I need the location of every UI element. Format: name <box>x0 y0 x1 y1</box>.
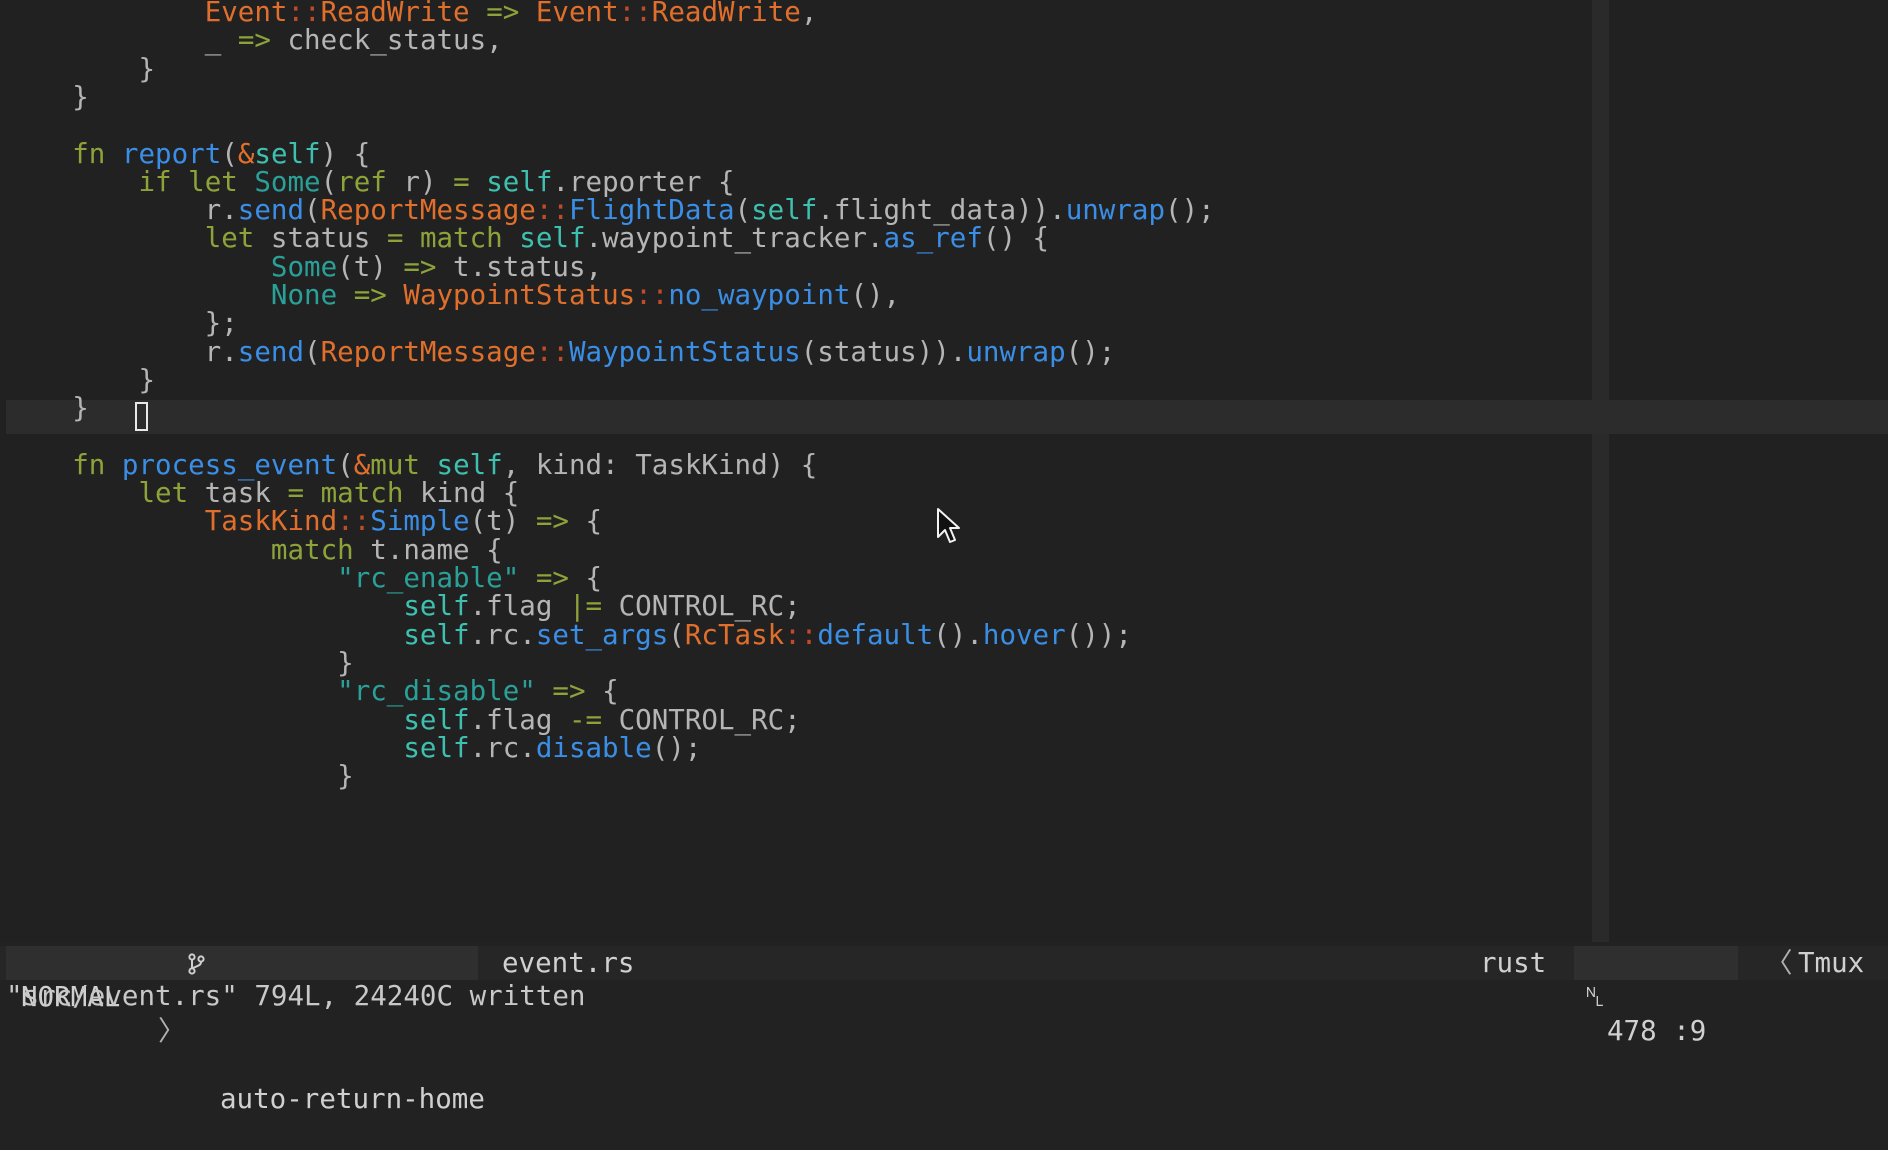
code-token: :: <box>635 279 669 311</box>
code-token: (), <box>850 279 901 311</box>
code-token: { <box>568 505 603 538</box>
code-token: self <box>403 618 470 651</box>
git-branch-icon <box>188 953 205 975</box>
git-branch-name: auto-return-home <box>220 1083 485 1115</box>
code-token: RcTask <box>684 618 785 651</box>
code-token: , kind: TaskKind) { <box>502 448 818 481</box>
code-token: => <box>237 24 271 57</box>
session-separator: 〈 <box>1765 947 1793 979</box>
cursor-position-segment: ␤ 478 :9 <box>1574 946 1738 1047</box>
code-token: as_ref <box>883 222 983 255</box>
code-token: :: <box>618 0 652 28</box>
tmux-session-label: Tmux <box>1798 947 1865 979</box>
code-token: :: <box>784 618 818 651</box>
mode-segment: NORMAL 〉 auto-return-home <box>6 946 485 1115</box>
editor-pane[interactable]: Event::ReadWrite => Event::ReadWrite, _ … <box>0 0 1888 942</box>
code-token: disable <box>535 731 652 764</box>
code-token: ( <box>668 618 685 651</box>
code-token: hover <box>982 618 1066 651</box>
code-token: => <box>353 279 387 311</box>
file-type: rust <box>1480 947 1547 979</box>
code-token: => <box>535 505 569 538</box>
code-token: (); <box>1065 335 1116 368</box>
code-token: :: <box>535 335 569 368</box>
code-token: ReportMessage <box>320 335 536 368</box>
code-token: (); <box>1165 194 1215 227</box>
code-token: self <box>403 731 470 764</box>
code-token: set_args <box>535 618 669 651</box>
code-token: .rc. <box>469 618 536 651</box>
code-token: send <box>237 335 305 368</box>
code-token: check_status, <box>270 24 503 57</box>
code-token: _ <box>204 24 238 57</box>
mode-separator: 〉 <box>158 1015 186 1047</box>
text-cursor <box>135 402 148 431</box>
code-line[interactable]: } <box>6 80 89 114</box>
code-token: } <box>6 760 354 793</box>
code-token: unwrap <box>966 335 1066 368</box>
code-line[interactable]: r.send(ReportMessage::WaypointStatus(sta… <box>6 335 1116 369</box>
status-line: NORMAL 〉 auto-return-home event.rs rust … <box>0 946 1888 1115</box>
code-token: ReadWrite <box>651 0 801 28</box>
code-token: } <box>6 392 89 425</box>
code-token: ( <box>304 335 321 368</box>
line-number-icon: ␤ <box>1584 981 1606 1013</box>
code-token: } <box>6 80 89 113</box>
code-token: , <box>800 0 818 28</box>
code-token: .waypoint_tracker. <box>585 222 884 255</box>
code-line[interactable]: } <box>6 391 89 425</box>
code-line[interactable]: } <box>6 759 354 793</box>
file-name: event.rs <box>502 947 635 979</box>
mouse-pointer-icon <box>937 508 960 543</box>
code-token: default <box>817 618 934 651</box>
code-token: WaypointStatus <box>568 335 801 368</box>
cursor-line-highlight <box>6 400 1888 434</box>
code-token: .rc. <box>469 731 536 764</box>
code-token: ()); <box>1065 618 1132 651</box>
cursor-position: 478 :9 <box>1607 1015 1707 1047</box>
code-token: None <box>270 279 338 311</box>
command-line-message[interactable]: "src/event.rs" 794L, 24240C written <box>6 980 585 1012</box>
code-token: unwrap <box>1065 194 1166 227</box>
code-token: (status)). <box>800 335 967 368</box>
code-token: Event <box>535 0 619 28</box>
code-token: (). <box>933 618 983 651</box>
code-token: no_waypoint <box>668 279 851 311</box>
color-column <box>1592 0 1609 942</box>
code-token: () { <box>982 222 1050 255</box>
code-token: (); <box>651 731 702 764</box>
code-token: WaypointStatus <box>403 279 636 311</box>
